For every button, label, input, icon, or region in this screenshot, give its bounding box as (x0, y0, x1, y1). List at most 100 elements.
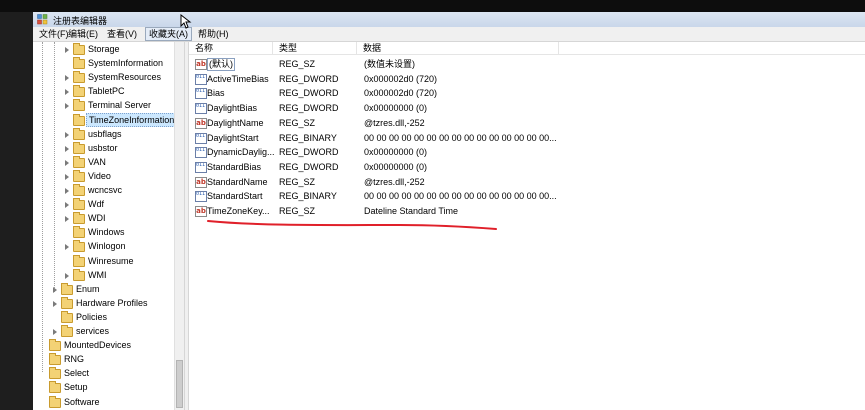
expand-arrow-icon[interactable] (65, 188, 69, 194)
expand-arrow-icon[interactable] (65, 244, 69, 251)
folder-icon (73, 155, 85, 168)
tree-item-label: usbstor (88, 142, 118, 153)
folder-icon (73, 184, 85, 196)
tree-item-label: wcncsvc (88, 185, 123, 195)
expand-arrow-icon[interactable] (53, 300, 57, 307)
expand-arrow-icon[interactable] (65, 89, 69, 96)
menu-item-1[interactable]: 编辑(E) (65, 28, 101, 40)
value-type: REG_SZ (279, 206, 316, 216)
value-row[interactable]: ab (默认) REG_SZ (数值未设置) (189, 57, 865, 71)
value-row[interactable]: ab TimeZoneKey... REG_SZ Dateline Standard … (189, 204, 865, 218)
expand-arrow-icon[interactable] (65, 145, 69, 152)
window-title: 注册表编辑器 (53, 16, 108, 26)
tree-item-label: Enum (76, 283, 100, 294)
tree-item[interactable]: TabletPC (33, 84, 174, 98)
tree-item[interactable]: Software (33, 395, 174, 409)
value-row[interactable]: 011 110StandardBias REG_DWORD 0x00000000 (… (189, 160, 865, 174)
column-header-data[interactable]: 数据 (357, 42, 559, 55)
tree-item[interactable]: usbstor (33, 141, 174, 155)
value-type: REG_BINARY (279, 191, 337, 202)
tree-item-label: Terminal Server (88, 100, 152, 111)
value-row[interactable]: ab DaylightName REG_SZ @tzres.dll,-252 (189, 116, 865, 130)
tree-item[interactable]: Storage (33, 42, 174, 56)
value-data: 0x00000000 (0) (364, 103, 428, 114)
tree-item[interactable]: MountedDevices (33, 338, 174, 352)
value-type: REG_DWORD (279, 88, 339, 99)
column-header-name[interactable]: 名称 (189, 42, 273, 55)
expand-arrow-icon[interactable] (65, 202, 69, 209)
tree-item-label: Windows (88, 227, 125, 238)
value-row[interactable]: 011 110Bias REG_DWORD 0x000002d0 (720) (189, 86, 865, 100)
string-value-icon: ab (195, 117, 207, 129)
folder-icon (73, 198, 85, 211)
expand-arrow-icon[interactable] (65, 131, 69, 138)
tree-item[interactable]: Video (33, 169, 174, 183)
tree-item[interactable]: RNG (33, 352, 174, 366)
tree-item[interactable]: Enum (33, 282, 174, 296)
binary-value-icon: 011 110 (195, 161, 207, 173)
binary-value-icon: 011 110 (195, 132, 207, 144)
tree-item[interactable]: Wdf (33, 197, 174, 211)
expand-arrow-icon[interactable] (65, 47, 69, 53)
tree-scrollbar[interactable] (174, 42, 184, 410)
tree-item[interactable]: WDI (33, 211, 174, 225)
tree-scrollbar-thumb[interactable] (176, 360, 183, 408)
folder-icon (73, 169, 85, 182)
menu-item-2[interactable]: 查看(V) (104, 28, 140, 40)
expand-arrow-icon[interactable] (65, 272, 69, 279)
tree-item[interactable]: Setup (33, 380, 174, 394)
tree-item[interactable]: Winlogon (33, 239, 174, 253)
expand-arrow-icon[interactable] (65, 75, 69, 82)
tree-item[interactable]: TimeZoneInformation (33, 112, 178, 127)
value-row[interactable]: 011 110StandardStart REG_BINARY 00 00 00 0… (189, 189, 865, 203)
tree-item[interactable]: usbflags (33, 127, 174, 141)
tree-item-label: Setup (64, 382, 88, 393)
tree-item-label: RNG (64, 354, 84, 365)
tree-item[interactable]: services (33, 324, 174, 338)
tree-item-label: Winresume (88, 255, 134, 266)
tree-item-label: usbflags (88, 128, 122, 139)
value-row[interactable]: ab StandardName REG_SZ @tzres.dll,-252 (189, 175, 865, 189)
registry-tree[interactable]: Storage SystemInformation SystemResources T… (33, 42, 184, 410)
value-data: 0x000002d0 (720) (364, 73, 438, 84)
folder-icon (61, 282, 73, 295)
tree-item-label: Video (88, 170, 111, 181)
value-row[interactable]: 011 110DynamicDaylig... REG_DWORD 0x000000… (189, 145, 865, 159)
binary-value-icon: 011 110 (195, 191, 207, 203)
tree-item-label: MountedDevices (64, 340, 132, 351)
expand-arrow-icon[interactable] (65, 216, 69, 223)
tree-item[interactable]: Winresume (33, 254, 174, 268)
title-bar[interactable]: 注册表编辑器 (33, 12, 865, 27)
column-header-type[interactable]: 类型 (273, 42, 357, 55)
tree-item[interactable]: Policies (33, 310, 174, 324)
value-type: REG_BINARY (279, 132, 337, 143)
expand-arrow-icon[interactable] (65, 159, 69, 166)
tree-item[interactable]: SystemInformation (33, 56, 174, 70)
values-list[interactable]: 名称 类型 数据 ab(默认)REG_SZ(数值未设置)011 110Activ… (189, 42, 865, 410)
expand-arrow-icon[interactable] (53, 286, 57, 293)
value-name: DaylightName (207, 117, 264, 128)
tree-item[interactable]: Terminal Server (33, 98, 174, 112)
column-header-filler (559, 42, 865, 55)
expand-arrow-icon[interactable] (53, 329, 57, 335)
folder-icon (49, 339, 61, 352)
tree-item-label: Policies (76, 311, 108, 322)
tree-item[interactable]: WMI (33, 268, 174, 282)
tree-item[interactable]: Hardware Profiles (33, 296, 174, 310)
expand-arrow-icon[interactable] (65, 173, 69, 180)
value-row[interactable]: 011 110DaylightStart REG_BINARY 00 00 00 0… (189, 131, 865, 145)
tree-item[interactable]: VAN (33, 155, 174, 169)
value-row[interactable]: 011 110ActiveTimeBias REG_DWORD 0x000002d0… (189, 72, 865, 86)
menu-bar: 文件(F) 编辑(E) 查看(V) 收藏夹(A) 帮助(H) (33, 27, 865, 42)
tree-item[interactable]: Windows (33, 225, 174, 239)
folder-icon (73, 127, 85, 140)
expand-arrow-icon[interactable] (65, 103, 69, 110)
tree-item[interactable]: Select (33, 366, 174, 380)
value-type: REG_DWORD (279, 161, 339, 172)
value-row[interactable]: 011 110DaylightBias REG_DWORD 0x00000000 (… (189, 101, 865, 115)
tree-item[interactable]: wcncsvc (33, 183, 174, 197)
tree-item[interactable]: SystemResources (33, 70, 174, 84)
folder-icon (61, 296, 73, 309)
value-type: REG_DWORD (279, 103, 339, 114)
menu-item-4[interactable]: 帮助(H) (195, 28, 232, 40)
